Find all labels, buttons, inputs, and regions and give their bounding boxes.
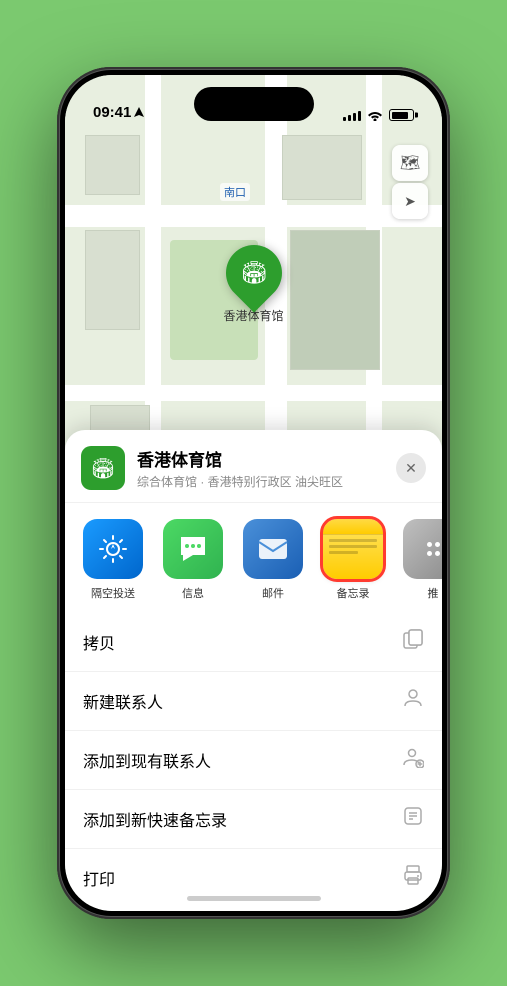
phone-screen: 09:41 <box>65 75 442 911</box>
mail-label: 邮件 <box>262 585 284 601</box>
copy-label: 拷贝 <box>83 630 115 654</box>
action-copy[interactable]: 拷贝 <box>65 613 442 672</box>
wifi-icon <box>367 109 383 121</box>
share-item-notes[interactable]: 备忘录 <box>317 519 389 601</box>
person-icon <box>402 687 424 715</box>
status-icons <box>343 109 414 121</box>
status-time: 09:41 <box>93 104 144 121</box>
venue-desc: 综合体育馆 · 香港特别行政区 油尖旺区 <box>137 473 396 490</box>
quick-note-icon <box>402 805 424 833</box>
location-pin: 🏟 香港体育馆 <box>223 245 283 324</box>
messages-label: 信息 <box>182 585 204 601</box>
action-list: 拷贝 新建联系人 <box>65 613 442 907</box>
map-layers-button[interactable]: 🗺 <box>392 145 428 181</box>
close-button[interactable]: ✕ <box>396 453 426 483</box>
add-existing-contact-label: 添加到现有联系人 <box>83 748 211 772</box>
venue-icon: 🏟 <box>81 446 125 490</box>
action-new-contact[interactable]: 新建联系人 <box>65 672 442 731</box>
phone-frame: 09:41 <box>57 67 450 919</box>
print-icon <box>402 864 424 892</box>
action-add-quick-note[interactable]: 添加到新快速备忘录 <box>65 790 442 849</box>
person-add-icon <box>402 746 424 774</box>
bottom-sheet: 🏟 香港体育馆 综合体育馆 · 香港特别行政区 油尖旺区 ✕ <box>65 430 442 911</box>
more-label: 推 <box>428 585 439 601</box>
map-location-button[interactable]: ➤ <box>392 183 428 219</box>
print-label: 打印 <box>83 866 115 890</box>
home-indicator <box>187 896 321 901</box>
location-arrow-icon <box>134 107 144 119</box>
battery-icon <box>389 109 414 121</box>
map-controls: 🗺 ➤ <box>392 145 428 219</box>
signal-icon <box>343 109 361 121</box>
share-item-airdrop[interactable]: 隔空投送 <box>77 519 149 601</box>
quick-note-label: 添加到新快速备忘录 <box>83 807 227 831</box>
copy-icon <box>402 628 424 656</box>
airdrop-icon <box>83 519 143 579</box>
sheet-header: 🏟 香港体育馆 综合体育馆 · 香港特别行政区 油尖旺区 ✕ <box>65 430 442 503</box>
venue-info: 香港体育馆 综合体育馆 · 香港特别行政区 油尖旺区 <box>137 446 396 490</box>
notes-label: 备忘录 <box>337 585 370 601</box>
share-item-more[interactable]: 推 <box>397 519 442 601</box>
mail-icon <box>243 519 303 579</box>
airdrop-label: 隔空投送 <box>91 585 135 601</box>
action-add-existing-contact[interactable]: 添加到现有联系人 <box>65 731 442 790</box>
messages-icon <box>163 519 223 579</box>
share-row: 隔空投送 信息 <box>65 503 442 609</box>
notes-icon <box>323 519 383 579</box>
new-contact-label: 新建联系人 <box>83 689 163 713</box>
share-item-messages[interactable]: 信息 <box>157 519 229 601</box>
more-icon <box>403 519 442 579</box>
map-label-nankou: 南口 <box>220 183 250 201</box>
venue-name: 香港体育馆 <box>137 446 396 471</box>
dynamic-island <box>194 87 314 121</box>
share-item-mail[interactable]: 邮件 <box>237 519 309 601</box>
